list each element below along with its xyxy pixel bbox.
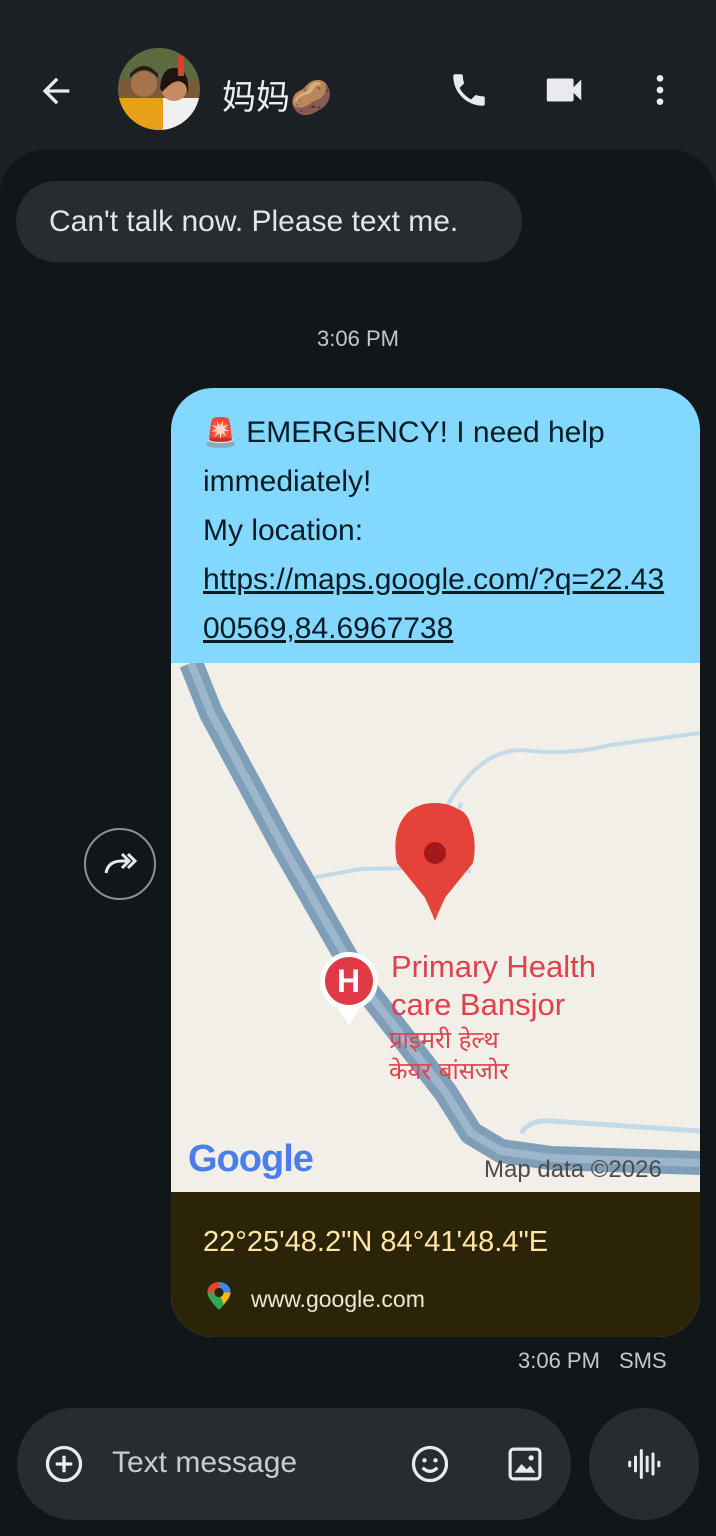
video-call-icon [546, 78, 582, 102]
location-label: My location: [203, 514, 364, 547]
emergency-light-emoji: 🚨 [203, 416, 238, 449]
back-arrow-icon [42, 77, 70, 105]
google-maps-pin-icon [207, 1282, 231, 1310]
add-circle-icon [45, 1445, 83, 1483]
text-message-input[interactable]: Text message [112, 1446, 297, 1480]
emoji-button[interactable] [402, 1436, 458, 1492]
add-attachment-button[interactable] [36, 1436, 92, 1492]
phone-icon [453, 74, 485, 106]
call-button[interactable] [441, 62, 497, 118]
more-vert-icon [656, 75, 664, 105]
voice-message-button[interactable] [589, 1408, 699, 1520]
message-timestamp: 3:06 PM [317, 326, 399, 351]
video-call-button[interactable] [536, 62, 592, 118]
contact-name[interactable]: 妈妈🥔 [222, 70, 332, 119]
back-button[interactable] [30, 65, 82, 117]
message-time: 3:06 PM [518, 1348, 600, 1373]
google-logo-text: Google [188, 1138, 314, 1180]
hospital-marker-letter: H [337, 963, 361, 999]
outgoing-message-text: 🚨 EMERGENCY! I need help immediately! My… [203, 408, 673, 653]
forward-icon [104, 852, 138, 874]
incoming-message-text: Can't talk now. Please text me. [49, 204, 459, 238]
place-name-hindi: प्राइमरी हेल्थ केयर बांसजोर [389, 1026, 509, 1085]
contact-avatar[interactable] [118, 48, 200, 130]
place-name-english: Primary Health care Bansjor [391, 949, 596, 1022]
top-app-bar: 妈妈🥔 [0, 0, 716, 160]
gallery-button[interactable] [497, 1436, 553, 1492]
message-type-label: SMS [619, 1348, 667, 1373]
map-attribution: Map data ©2026 [484, 1156, 662, 1183]
map-graphic [171, 663, 700, 1192]
link-domain: www.google.com [251, 1286, 425, 1312]
location-card-footer[interactable]: 22°25'48.2"N 84°41'48.4"E www.google.com [171, 1192, 700, 1337]
emoji-icon [411, 1445, 449, 1483]
more-options-button[interactable] [632, 62, 688, 118]
outgoing-message-bubble[interactable]: 🚨 EMERGENCY! I need help immediately! My… [171, 388, 700, 1337]
emergency-text: EMERGENCY! I need help immediately! [203, 416, 605, 498]
map-preview[interactable]: H Primary Health care Bansjor प्राइमरी ह… [171, 663, 700, 1192]
google-logo: Google [188, 1138, 314, 1181]
message-composer[interactable]: Text message [17, 1408, 571, 1520]
voice-wave-icon [628, 1449, 661, 1479]
coordinates-text: 22°25'48.2"N 84°41'48.4"E [203, 1226, 549, 1258]
incoming-message-bubble[interactable]: Can't talk now. Please text me. [16, 181, 522, 262]
location-link[interactable]: https://maps.google.com/?q=22.4300569,84… [203, 555, 673, 653]
forward-button[interactable] [84, 828, 156, 900]
image-icon [508, 1447, 542, 1481]
